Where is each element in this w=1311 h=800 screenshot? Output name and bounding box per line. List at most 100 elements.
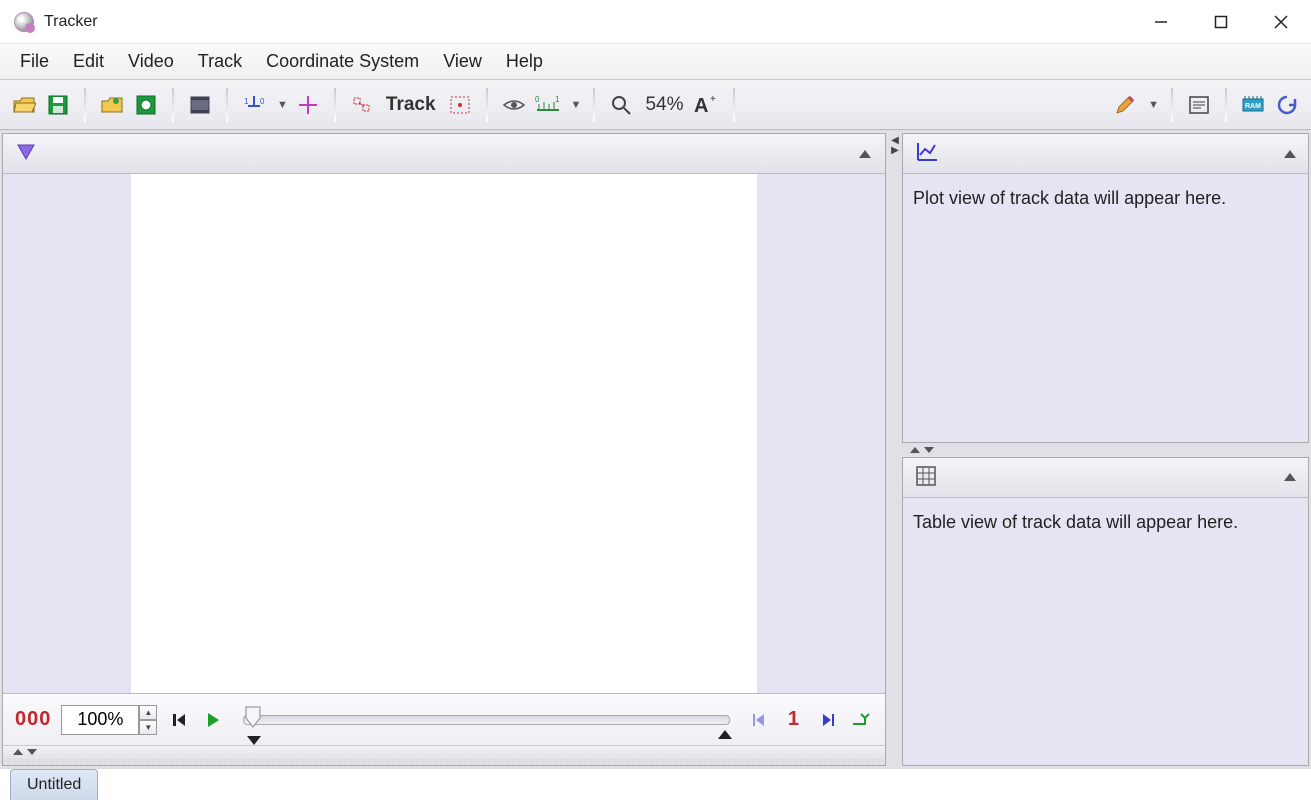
right-column: Plot view of track data will appear here… <box>902 133 1309 766</box>
maximize-button[interactable] <box>1191 0 1251 44</box>
mini-splitter[interactable] <box>3 745 885 757</box>
table-panel: Table view of track data will appear her… <box>902 457 1309 767</box>
calibration-icon[interactable]: 10 <box>240 91 268 119</box>
toolbar-separator <box>1225 88 1227 122</box>
video-view[interactable] <box>3 174 885 693</box>
plot-panel-body: Plot view of track data will appear here… <box>903 174 1308 442</box>
svg-text:1: 1 <box>555 96 560 104</box>
toolbar-separator <box>1171 88 1173 122</box>
workspace: 000 100% ▲ ▼ <box>0 130 1311 768</box>
toolbar-separator <box>593 88 595 122</box>
menu-video[interactable]: Video <box>116 47 186 76</box>
toolbar-separator <box>334 88 336 122</box>
slider-thumb[interactable] <box>244 706 262 728</box>
step-size[interactable]: 1 <box>782 708 805 731</box>
vertical-splitter[interactable]: ◀ ▶ <box>888 131 902 768</box>
dropdown-caret-icon[interactable]: ▼ <box>1145 99 1159 111</box>
video-panel: 000 100% ▲ ▼ <box>2 133 886 766</box>
save-file-icon[interactable] <box>44 91 72 119</box>
memory-icon[interactable]: RAM <box>1239 91 1267 119</box>
chevron-down-icon[interactable] <box>27 749 37 755</box>
tab-strip: Untitled <box>0 768 1311 800</box>
video-margin-left <box>3 174 131 693</box>
plot-hint-text: Plot view of track data will appear here… <box>903 174 1308 223</box>
window-controls <box>1131 0 1311 44</box>
svg-text:0: 0 <box>260 97 265 106</box>
spinner-down-icon[interactable]: ▼ <box>139 720 157 735</box>
svg-text:A: A <box>694 95 708 116</box>
chevron-left-icon[interactable]: ◀ <box>891 137 899 145</box>
open-file-icon[interactable] <box>10 91 38 119</box>
toolbar-separator <box>84 88 86 122</box>
zoom-icon[interactable] <box>607 91 635 119</box>
menu-help[interactable]: Help <box>494 47 555 76</box>
horizontal-splitter[interactable] <box>902 443 1309 457</box>
zoom-percent-label[interactable]: 54% <box>641 94 687 116</box>
frame-slider[interactable] <box>243 715 730 725</box>
plot-panel: Plot view of track data will appear here… <box>902 133 1309 443</box>
close-button[interactable] <box>1251 0 1311 44</box>
open-video-icon[interactable] <box>98 91 126 119</box>
plot-icon[interactable] <box>915 141 939 166</box>
menu-view[interactable]: View <box>431 47 494 76</box>
reset-button[interactable] <box>167 712 191 728</box>
step-forward-button[interactable] <box>815 712 839 728</box>
autotracker-icon[interactable] <box>348 91 376 119</box>
play-button[interactable] <box>201 712 225 728</box>
left-column: 000 100% ▲ ▼ <box>2 133 886 766</box>
toolbar-separator <box>486 88 488 122</box>
chevron-up-icon[interactable] <box>13 749 23 755</box>
tab-untitled[interactable]: Untitled <box>10 769 98 800</box>
font-size-icon[interactable]: A+ <box>693 91 721 119</box>
chevron-up-icon[interactable] <box>910 447 920 453</box>
menu-edit[interactable]: Edit <box>61 47 116 76</box>
notes-icon[interactable] <box>1185 91 1213 119</box>
chevron-right-icon[interactable]: ▶ <box>891 147 899 155</box>
minimize-button[interactable] <box>1131 0 1191 44</box>
menu-file[interactable]: File <box>8 47 61 76</box>
video-canvas[interactable] <box>131 174 757 693</box>
track-button[interactable]: Track <box>382 94 440 116</box>
dropdown-caret-icon[interactable]: ▼ <box>568 99 582 111</box>
svg-text:+: + <box>710 94 716 105</box>
play-rate-input[interactable]: 100% <box>61 705 139 735</box>
toolbar-separator <box>172 88 174 122</box>
step-back-button[interactable] <box>748 712 772 728</box>
table-panel-header <box>903 458 1308 498</box>
menu-bar: File Edit Video Track Coordinate System … <box>0 44 1311 80</box>
svg-text:0: 0 <box>535 96 540 104</box>
visibility-icon[interactable] <box>500 91 528 119</box>
loop-button[interactable] <box>849 712 873 728</box>
toolbar-separator <box>226 88 228 122</box>
pencil-icon[interactable] <box>1111 91 1139 119</box>
table-hint-text: Table view of track data will appear her… <box>903 498 1308 547</box>
track-region-icon[interactable] <box>446 91 474 119</box>
toolbar-separator <box>733 88 735 122</box>
slider-ruler <box>3 757 885 765</box>
toolbar: 10 ▼ Track 01 ▼ 54% A+ ▼ RAM <box>0 80 1311 130</box>
refresh-icon[interactable] <box>1273 91 1301 119</box>
clip-settings-icon[interactable] <box>186 91 214 119</box>
window-title: Tracker <box>44 13 98 31</box>
collapse-up-icon[interactable] <box>1284 473 1296 481</box>
play-rate-spinner[interactable]: ▲ ▼ <box>139 705 157 735</box>
slider-start-marker-icon[interactable] <box>247 736 261 745</box>
table-icon[interactable] <box>915 465 937 490</box>
collapse-up-icon[interactable] <box>859 150 871 158</box>
play-bar: 000 100% ▲ ▼ <box>3 693 885 745</box>
track-control-icon[interactable] <box>17 144 35 163</box>
frame-number: 000 <box>15 708 51 731</box>
video-panel-header <box>3 134 885 174</box>
ruler-icon[interactable]: 01 <box>534 91 562 119</box>
slider-end-marker-icon[interactable] <box>718 730 732 739</box>
spinner-up-icon[interactable]: ▲ <box>139 705 157 720</box>
svg-text:RAM: RAM <box>1245 103 1261 110</box>
dropdown-caret-icon[interactable]: ▼ <box>274 99 288 111</box>
axes-icon[interactable] <box>294 91 322 119</box>
collapse-up-icon[interactable] <box>1284 150 1296 158</box>
chevron-down-icon[interactable] <box>924 447 934 453</box>
save-video-icon[interactable] <box>132 91 160 119</box>
menu-track[interactable]: Track <box>186 47 254 76</box>
menu-coordinate-system[interactable]: Coordinate System <box>254 47 431 76</box>
app-icon <box>14 12 34 32</box>
